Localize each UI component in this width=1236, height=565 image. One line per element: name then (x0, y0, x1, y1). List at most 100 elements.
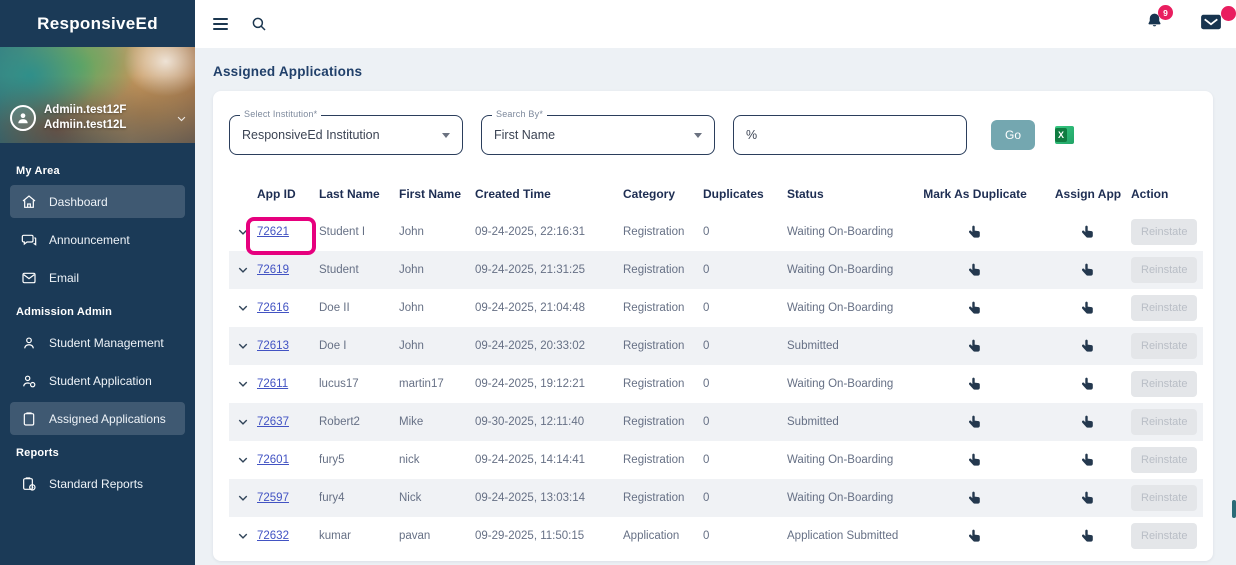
assign-app-icon[interactable] (1045, 376, 1131, 392)
row-expand-chevron[interactable] (229, 226, 257, 238)
menu-icon[interactable] (213, 18, 228, 30)
reinstate-button[interactable]: Reinstate (1131, 333, 1197, 359)
row-expand-chevron[interactable] (229, 454, 257, 466)
notification-count-badge: 9 (1158, 5, 1173, 20)
row-expand-chevron[interactable] (229, 378, 257, 390)
report-clock-icon (20, 476, 37, 492)
sidebar-item-student-application[interactable]: Student Application (10, 364, 185, 397)
status-cell: Submitted (787, 340, 905, 352)
mark-as-duplicate-icon[interactable] (905, 490, 1045, 506)
last-name-cell: kumar (319, 530, 399, 542)
status-cell: Waiting On-Boarding (787, 302, 905, 314)
first-name-cell: John (399, 340, 475, 352)
created-time-cell: 09-24-2025, 21:31:25 (475, 264, 623, 276)
sidebar-item-assigned-applications[interactable]: Assigned Applications (10, 402, 185, 435)
mark-as-duplicate-icon[interactable] (905, 452, 1045, 468)
duplicates-cell: 0 (703, 530, 787, 542)
sidebar-item-standard-reports[interactable]: Standard Reports (10, 467, 185, 500)
assign-app-icon[interactable] (1045, 224, 1131, 240)
app-id-link[interactable]: 72597 (257, 492, 289, 504)
mark-as-duplicate-icon[interactable] (905, 224, 1045, 240)
sidebar: ResponsiveEd Admiin.test12F Admiin.test1… (0, 0, 195, 565)
page-title: Assigned Applications (213, 64, 1228, 79)
app-id-link[interactable]: 72621 (257, 226, 289, 238)
assign-app-icon[interactable] (1045, 414, 1131, 430)
row-expand-chevron[interactable] (229, 492, 257, 504)
sidebar-item-announcement[interactable]: Announcement (10, 223, 185, 256)
search-icon[interactable] (250, 15, 268, 33)
row-expand-chevron[interactable] (229, 416, 257, 428)
created-time-cell: 09-24-2025, 13:03:14 (475, 492, 623, 504)
sidebar-item-email[interactable]: Email (10, 261, 185, 294)
row-expand-chevron[interactable] (229, 340, 257, 352)
avatar (10, 105, 36, 131)
created-time-cell: 09-24-2025, 21:04:48 (475, 302, 623, 314)
assign-app-icon[interactable] (1045, 338, 1131, 354)
column-header-status: Status (787, 187, 905, 201)
created-time-cell: 09-24-2025, 14:14:41 (475, 454, 623, 466)
reinstate-button[interactable]: Reinstate (1131, 295, 1197, 321)
table-row: 72613 Doe I John 09-24-2025, 20:33:02 Re… (229, 327, 1203, 365)
assign-app-icon[interactable] (1045, 528, 1131, 544)
table-row: 72637 Robert2 Mike 09-30-2025, 12:11:40 … (229, 403, 1203, 441)
user-profile[interactable]: Admiin.test12F Admiin.test12L (0, 47, 195, 143)
app-id-link[interactable]: 72619 (257, 264, 289, 276)
row-expand-chevron[interactable] (229, 530, 257, 542)
search-by-select-label: Search By* (492, 109, 547, 119)
mark-as-duplicate-icon[interactable] (905, 300, 1045, 316)
category-cell: Registration (623, 302, 703, 314)
reinstate-button[interactable]: Reinstate (1131, 447, 1197, 473)
sidebar-item-dashboard[interactable]: Dashboard (10, 185, 185, 218)
table-header: App ID Last Name First Name Created Time… (229, 187, 1203, 213)
person-document-icon (20, 373, 37, 389)
reinstate-button[interactable]: Reinstate (1131, 485, 1197, 511)
mark-as-duplicate-icon[interactable] (905, 414, 1045, 430)
assign-app-icon[interactable] (1045, 490, 1131, 506)
sidebar-item-student-management[interactable]: Student Management (10, 326, 185, 359)
messages-button[interactable] (1200, 13, 1222, 36)
status-cell: Waiting On-Boarding (787, 264, 905, 276)
go-button[interactable]: Go (991, 120, 1035, 150)
section-label: Admission Admin (16, 306, 195, 318)
topbar: 9 (195, 0, 1236, 48)
app-id-link[interactable]: 72611 (257, 378, 288, 390)
reinstate-button[interactable]: Reinstate (1131, 523, 1197, 549)
app-id-link[interactable]: 72613 (257, 340, 289, 352)
created-time-cell: 09-30-2025, 12:11:40 (475, 416, 623, 428)
row-expand-chevron[interactable] (229, 264, 257, 276)
mark-as-duplicate-icon[interactable] (905, 528, 1045, 544)
duplicates-cell: 0 (703, 302, 787, 314)
message-count-badge (1221, 6, 1236, 21)
first-name-cell: Nick (399, 492, 475, 504)
assign-app-icon[interactable] (1045, 452, 1131, 468)
app-id-link[interactable]: 72616 (257, 302, 289, 314)
clipboard-icon (20, 411, 37, 427)
app-id-link[interactable]: 72601 (257, 454, 289, 466)
reinstate-button[interactable]: Reinstate (1131, 257, 1197, 283)
mark-as-duplicate-icon[interactable] (905, 376, 1045, 392)
sidebar-item-label: Dashboard (49, 195, 108, 209)
column-header-category: Category (623, 187, 703, 201)
excel-export-icon[interactable] (1055, 126, 1074, 144)
last-name-cell: fury5 (319, 454, 399, 466)
reinstate-button[interactable]: Reinstate (1131, 409, 1197, 435)
status-cell: Waiting On-Boarding (787, 454, 905, 466)
mark-as-duplicate-icon[interactable] (905, 338, 1045, 354)
search-by-select[interactable]: Search By* First Name (481, 115, 715, 155)
app-id-link[interactable]: 72637 (257, 416, 289, 428)
table-row: 72619 Student John 09-24-2025, 21:31:25 … (229, 251, 1203, 289)
table-body: 72621 Student I John 09-24-2025, 22:16:3… (229, 213, 1203, 555)
row-expand-chevron[interactable] (229, 302, 257, 314)
sidebar-item-label: Student Application (49, 374, 152, 388)
assign-app-icon[interactable] (1045, 300, 1131, 316)
assign-app-icon[interactable] (1045, 262, 1131, 278)
mark-as-duplicate-icon[interactable] (905, 262, 1045, 278)
notifications-button[interactable]: 9 (1145, 12, 1164, 36)
reinstate-button[interactable]: Reinstate (1131, 371, 1197, 397)
scrollbar-thumb[interactable] (1232, 500, 1236, 518)
app-id-link[interactable]: 72632 (257, 530, 289, 542)
category-cell: Registration (623, 378, 703, 390)
institution-select[interactable]: Select Institution* ResponsiveEd Institu… (229, 115, 463, 155)
search-value-input[interactable]: % (733, 115, 967, 155)
reinstate-button[interactable]: Reinstate (1131, 219, 1197, 245)
